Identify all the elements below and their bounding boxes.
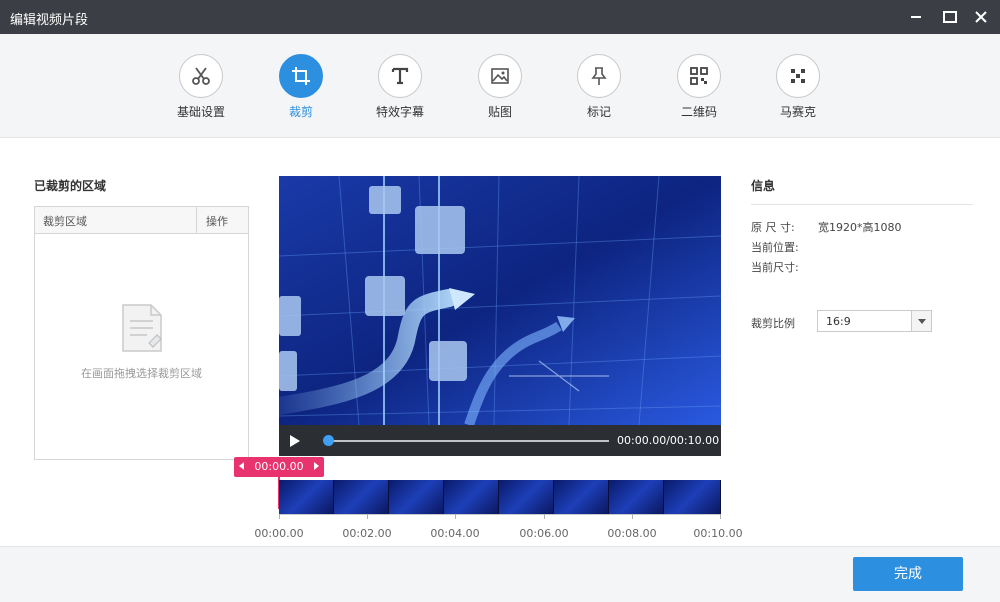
column-divider [196,207,197,233]
ruler-tick [367,514,368,519]
crop-icon [279,54,323,98]
marker-time: 00:00.00 [254,460,304,473]
column-header-area: 裁剪区域 [43,215,87,228]
empty-hint: 在画面拖拽选择裁剪区域 [81,367,202,380]
filmstrip-frame [554,480,609,514]
filmstrip-frame [609,480,664,514]
table-header: 裁剪区域 操作 [35,207,248,234]
mosaic-icon [776,54,820,98]
column-header-action: 操作 [206,215,228,228]
filmstrip-frame [499,480,554,514]
original-size-value: 宽1920*高1080 [818,221,902,234]
scissors-icon [179,54,223,98]
tab-label: 裁剪 [288,105,313,119]
ruler-tick-label: 00:08.00 [607,527,657,540]
done-button[interactable]: 完成 [853,557,963,591]
ruler-tick [455,514,456,519]
tab-mark[interactable]: 标记 [559,54,639,120]
qrcode-icon [677,54,721,98]
tab-label: 基础设置 [176,105,225,119]
progress-track[interactable] [325,440,609,442]
current-size-label: 当前尺寸: [751,261,799,274]
filmstrip-frame [334,480,389,514]
cropped-areas-table: 裁剪区域 操作 在画面拖拽选择裁剪区域 [34,206,249,460]
current-position-label: 当前位置: [751,241,799,254]
crop-ratio-select[interactable]: 16:9 [817,310,932,332]
filmstrip-frame [444,480,499,514]
ruler-tick-label: 00:04.00 [430,527,480,540]
tab-label: 标记 [586,105,611,119]
filmstrip[interactable] [279,480,721,514]
maximize-icon [943,11,957,23]
tab-crop[interactable]: 裁剪 [261,54,341,120]
timeline-marker[interactable]: 00:00.00 [234,457,324,509]
info-title: 信息 [751,179,776,193]
info-divider [751,204,973,205]
dropdown-button[interactable] [911,311,931,331]
minimize-button[interactable] [905,6,927,28]
tab-label: 二维码 [680,105,717,119]
chevron-down-icon [918,319,926,324]
tab-sticker[interactable]: 贴图 [460,54,540,120]
tab-basic-settings[interactable]: 基础设置 [161,54,241,120]
tool-tabs: 基础设置 裁剪 特效字幕 贴图 标记 二维码 马赛克 [0,34,1000,138]
pin-icon [577,54,621,98]
filmstrip-frame [389,480,444,514]
marker-right-arrow-icon[interactable] [314,462,319,470]
tab-qrcode[interactable]: 二维码 [659,54,739,120]
close-icon [975,11,987,23]
timeline-ruler [279,514,721,515]
tab-label: 特效字幕 [375,105,424,119]
ruler-tick-label: 00:00.00 [254,527,304,540]
close-button[interactable] [970,6,992,28]
ruler-tick [279,514,280,519]
image-icon [478,54,522,98]
tab-mosaic[interactable]: 马赛克 [758,54,838,120]
tab-effect-subtitles[interactable]: 特效字幕 [360,54,440,120]
crop-ratio-label: 裁剪比例 [751,317,795,330]
ruler-tick [632,514,633,519]
ruler-tick-label: 00:06.00 [519,527,569,540]
progress-knob[interactable] [323,435,334,446]
empty-document-icon [121,303,165,358]
play-icon[interactable] [289,434,301,448]
player-controls: 00:00.00/00:10.00 [279,425,721,456]
tab-label: 马赛克 [779,105,816,119]
ruler-tick [720,514,721,519]
video-frame-image [279,176,721,425]
title-bar: 编辑视频片段 [0,0,1000,34]
window-title: 编辑视频片段 [10,13,89,28]
filmstrip-frame [664,480,721,514]
text-icon [378,54,422,98]
original-size-label: 原 尺 寸: [751,221,795,234]
crop-ratio-value: 16:9 [826,315,851,328]
ruler-tick [544,514,545,519]
maximize-button[interactable] [939,6,961,28]
time-display: 00:00.00/00:10.00 [617,434,720,447]
filmstrip-frame [279,480,334,514]
footer-bar [0,546,1000,602]
ruler-tick-label: 00:02.00 [342,527,392,540]
ruler-tick-label: 00:10.00 [693,527,743,540]
minimize-icon [911,16,921,18]
tab-label: 贴图 [487,105,512,119]
video-preview[interactable] [279,176,721,425]
cropped-areas-title: 已裁剪的区域 [34,179,107,193]
